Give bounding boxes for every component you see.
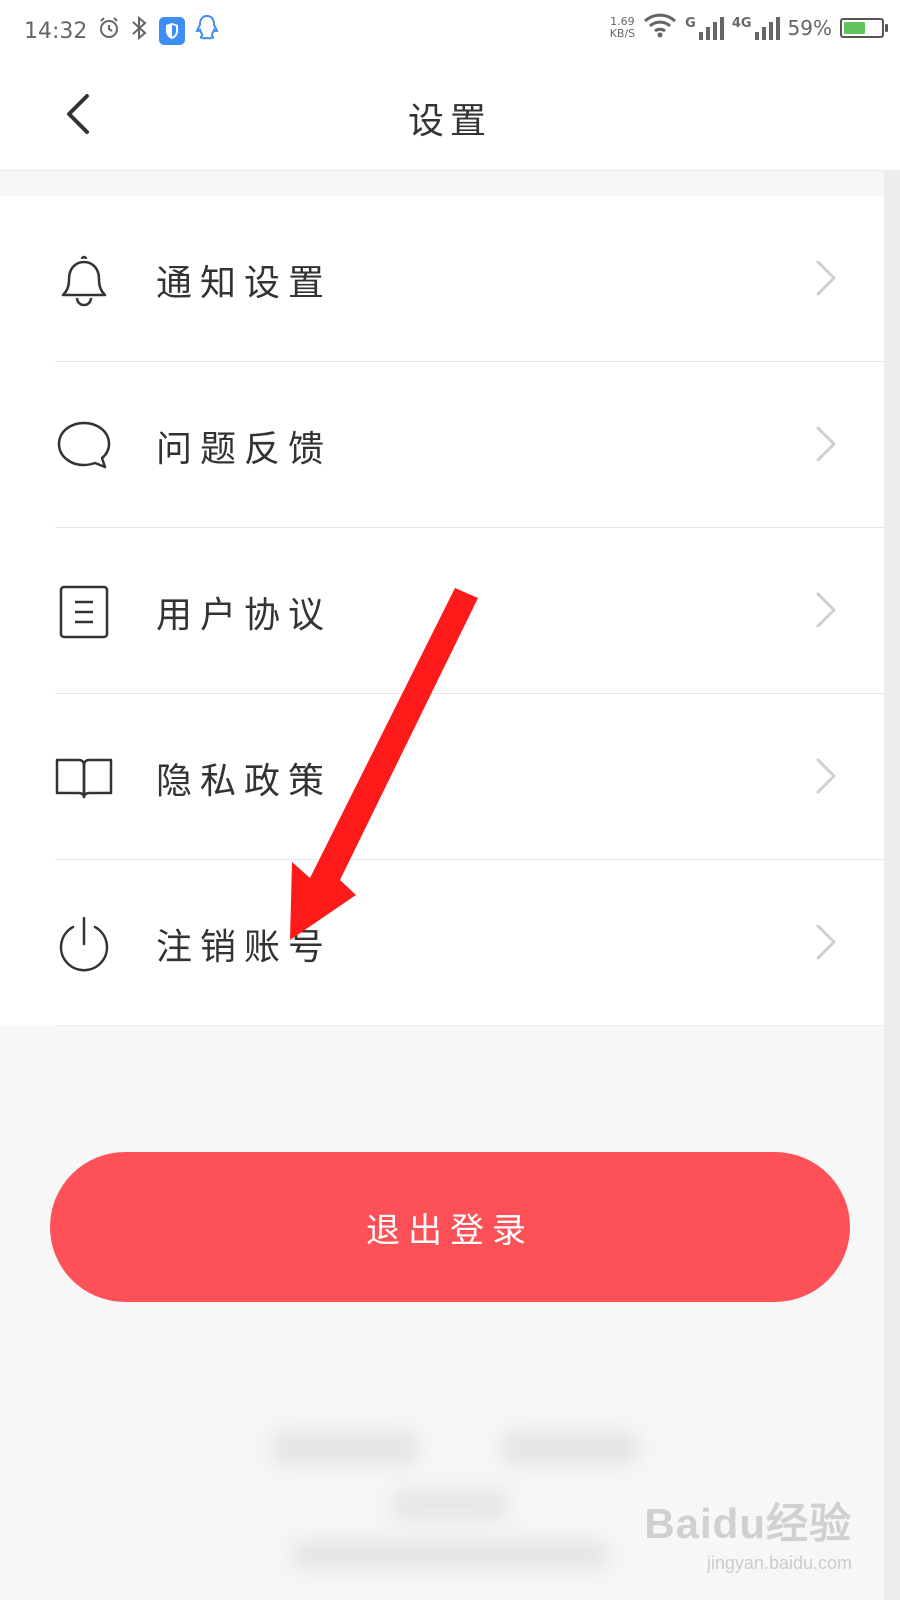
menu-item-user-agreement[interactable]: 用户协议 bbox=[0, 528, 884, 694]
logout-button[interactable]: 退出登录 bbox=[50, 1152, 850, 1302]
net-speed-unit: KB/S bbox=[609, 26, 636, 40]
chevron-right-icon bbox=[816, 758, 836, 794]
scrollbar-track[interactable] bbox=[884, 170, 900, 1600]
signal-4g-icon: 4G bbox=[732, 16, 780, 40]
blurred-content bbox=[270, 1430, 420, 1466]
alarm-icon bbox=[97, 16, 121, 46]
bluetooth-icon bbox=[131, 15, 149, 47]
chevron-right-icon bbox=[816, 426, 836, 462]
signal-g-icon: G bbox=[685, 16, 724, 40]
status-bar: 14:32 1.69 KB/S G 4G 59% bbox=[0, 0, 900, 62]
signal-4g-label: 4G bbox=[731, 15, 752, 31]
blurred-content bbox=[390, 1490, 510, 1520]
menu-item-label: 注销账号 bbox=[156, 927, 333, 968]
menu-item-delete-account[interactable]: 注销账号 bbox=[0, 860, 884, 1026]
net-speed-value: 1.69 bbox=[610, 14, 635, 28]
chevron-right-icon bbox=[816, 924, 836, 960]
status-time: 14:32 bbox=[24, 18, 88, 44]
menu-item-notification-settings[interactable]: 通知设置 bbox=[0, 196, 884, 362]
document-icon bbox=[54, 582, 114, 642]
net-speed: 1.69 KB/S bbox=[609, 14, 636, 40]
menu-item-feedback[interactable]: 问题反馈 bbox=[0, 362, 884, 528]
page-title: 设置 bbox=[407, 101, 492, 142]
battery-percent: 59% bbox=[787, 15, 832, 40]
settings-menu: 通知设置 问题反馈 用户协议 隐私政策 注销账号 bbox=[0, 196, 884, 1026]
menu-item-privacy-policy[interactable]: 隐私政策 bbox=[0, 694, 884, 860]
header: 设置 bbox=[0, 62, 900, 171]
shield-icon bbox=[159, 17, 186, 45]
chevron-right-icon bbox=[816, 260, 836, 296]
menu-item-label: 隐私政策 bbox=[156, 761, 333, 802]
chat-bubble-icon bbox=[54, 416, 114, 476]
qq-icon bbox=[195, 14, 219, 48]
battery-fill bbox=[844, 21, 865, 34]
bell-icon bbox=[54, 250, 114, 310]
divider bbox=[55, 1025, 884, 1026]
chevron-right-icon bbox=[816, 592, 836, 628]
status-left: 14:32 bbox=[24, 14, 219, 48]
blurred-content bbox=[290, 1540, 610, 1570]
status-right: 1.69 KB/S G 4G 59% bbox=[609, 12, 888, 43]
battery-icon bbox=[840, 17, 888, 38]
signal-g-label: G bbox=[685, 15, 696, 31]
blurred-content bbox=[500, 1430, 640, 1466]
book-icon bbox=[54, 748, 114, 808]
wifi-icon bbox=[643, 12, 677, 43]
watermark-logo: Baidu经验 bbox=[644, 1500, 852, 1547]
power-icon bbox=[54, 914, 114, 974]
menu-item-label: 问题反馈 bbox=[156, 429, 333, 470]
watermark: Baidu经验 jingyan.baidu.com bbox=[644, 1490, 852, 1574]
menu-item-label: 用户协议 bbox=[156, 595, 333, 636]
menu-item-label: 通知设置 bbox=[156, 263, 333, 304]
watermark-url: jingyan.baidu.com bbox=[706, 1553, 852, 1573]
